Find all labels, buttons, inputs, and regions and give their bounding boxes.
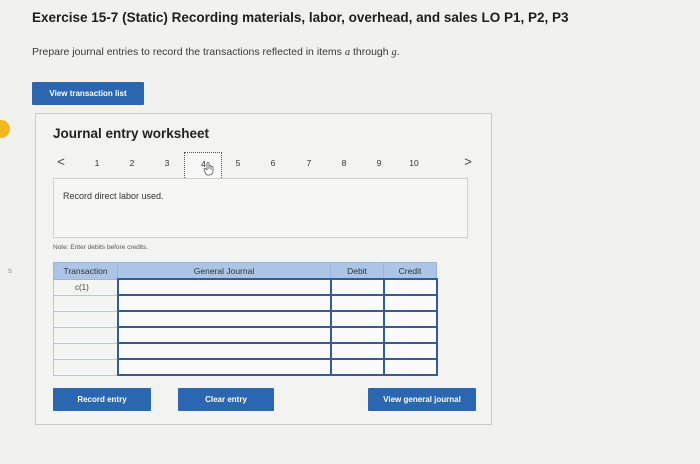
transaction-cell — [53, 294, 118, 312]
transaction-cell — [53, 342, 118, 360]
journal-header-row: Transaction General Journal Debit Credit — [53, 262, 437, 280]
debit-input[interactable] — [329, 294, 385, 312]
account-input[interactable] — [116, 326, 332, 344]
page-3[interactable]: 3 — [160, 158, 174, 168]
progress-marker — [0, 120, 10, 138]
debit-input[interactable] — [329, 342, 385, 360]
transaction-description-box: Record direct labor used. — [53, 178, 468, 238]
debit-input[interactable] — [329, 326, 385, 344]
credit-input[interactable] — [382, 294, 438, 312]
table-row — [53, 310, 438, 328]
credit-input[interactable] — [382, 326, 438, 344]
table-row: c(1) — [53, 278, 438, 296]
transaction-cell — [53, 326, 118, 344]
next-page-icon[interactable]: > — [461, 154, 475, 169]
table-row — [53, 294, 438, 312]
table-row — [53, 326, 438, 344]
account-input[interactable] — [116, 294, 332, 312]
view-general-journal-button[interactable]: View general journal — [368, 388, 476, 411]
table-row — [53, 358, 438, 376]
page-9[interactable]: 9 — [372, 158, 386, 168]
prev-page-icon[interactable]: < — [54, 154, 68, 169]
general-journal-header: General Journal — [117, 262, 331, 280]
page-5[interactable]: 5 — [231, 158, 245, 168]
worksheet-title: Journal entry worksheet — [53, 126, 210, 141]
account-input[interactable] — [116, 278, 332, 296]
exercise-title: Exercise 15-7 (Static) Recording materia… — [32, 10, 569, 25]
transaction-cell — [53, 358, 118, 376]
credit-input[interactable] — [382, 310, 438, 328]
credit-input[interactable] — [382, 278, 438, 296]
page-1[interactable]: 1 — [90, 158, 104, 168]
journal-entry-worksheet: Journal entry worksheet < 1 2 3 4 5 6 7 … — [35, 113, 492, 425]
transaction-description: Record direct labor used. — [63, 191, 164, 201]
account-input[interactable] — [116, 342, 332, 360]
record-entry-button[interactable]: Record entry — [53, 388, 151, 411]
page-8[interactable]: 8 — [337, 158, 351, 168]
debits-note: Note: Enter debits before credits. — [53, 244, 149, 251]
debit-header: Debit — [330, 262, 384, 280]
instructions-end: . — [396, 46, 400, 58]
page-6[interactable]: 6 — [266, 158, 280, 168]
credit-header: Credit — [383, 262, 437, 280]
account-input[interactable] — [116, 310, 332, 328]
transaction-cell — [53, 310, 118, 328]
page-4-active[interactable]: 4 — [184, 152, 222, 180]
debit-input[interactable] — [329, 310, 385, 328]
instructions-prefix: Prepare journal entries to record the tr… — [32, 46, 345, 58]
transaction-cell: c(1) — [53, 278, 118, 296]
clear-entry-button[interactable]: Clear entry — [178, 388, 274, 411]
credit-input[interactable] — [382, 342, 438, 360]
hand-cursor-icon — [203, 162, 214, 176]
instructions: Prepare journal entries to record the tr… — [32, 46, 400, 58]
debit-input[interactable] — [329, 358, 385, 376]
account-input[interactable] — [116, 358, 332, 376]
view-transaction-list-button[interactable]: View transaction list — [32, 82, 144, 105]
table-row — [53, 342, 438, 360]
page-10[interactable]: 10 — [407, 158, 421, 168]
instructions-mid: through — [350, 46, 392, 58]
debit-input[interactable] — [329, 278, 385, 296]
transaction-header: Transaction — [53, 262, 118, 280]
page-2[interactable]: 2 — [125, 158, 139, 168]
journal-table: Transaction General Journal Debit Credit… — [53, 262, 438, 376]
page-7[interactable]: 7 — [302, 158, 316, 168]
edge-mark: s — [8, 266, 12, 275]
credit-input[interactable] — [382, 358, 438, 376]
